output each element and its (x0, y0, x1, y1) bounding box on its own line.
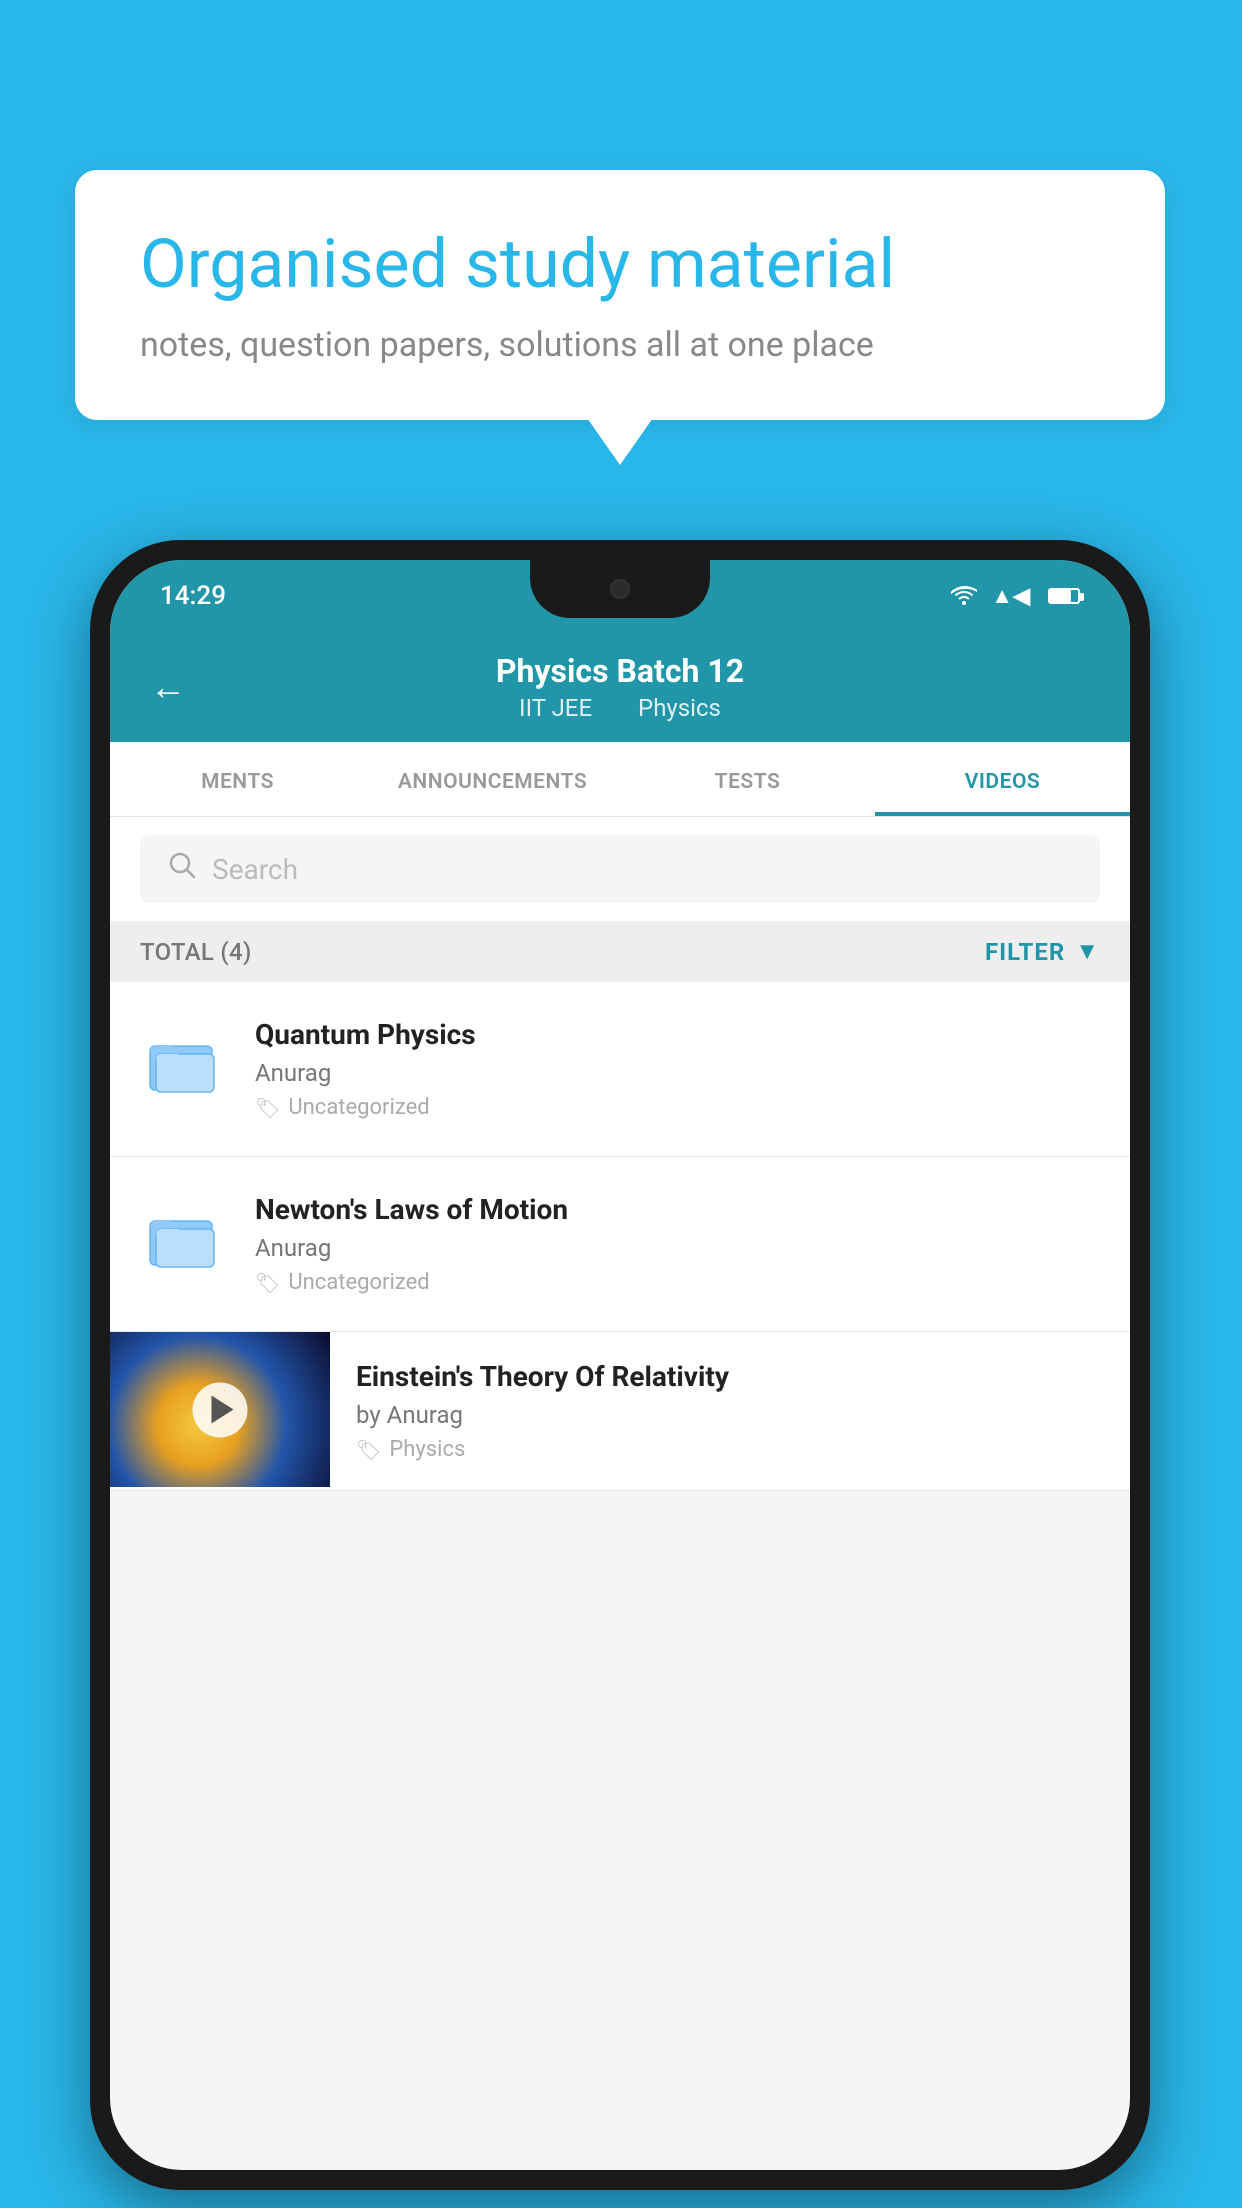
play-triangle-icon (212, 1396, 234, 1424)
item-title: Quantum Physics (255, 1018, 1100, 1051)
play-button-overlay[interactable] (193, 1382, 248, 1437)
phone-frame: 14:29 ▲◀ (90, 540, 1150, 2190)
camera-dot (610, 579, 630, 599)
item-title: Einstein's Theory Of Relativity (356, 1360, 1104, 1393)
header-subtitle: IIT JEE Physics (496, 694, 744, 722)
item-author: by Anurag (356, 1401, 1104, 1429)
item-tag: 🏷 Uncategorized (255, 1270, 1100, 1295)
search-placeholder: Search (212, 853, 298, 886)
list-item[interactable]: Einstein's Theory Of Relativity by Anura… (110, 1332, 1130, 1491)
item-title: Newton's Laws of Motion (255, 1193, 1100, 1226)
header-title: Physics Batch 12 (496, 652, 744, 690)
tag-icon: 🏷 (255, 1271, 280, 1295)
search-container: Search (110, 817, 1130, 921)
content-list: Quantum Physics Anurag 🏷 Uncategorized (110, 982, 1130, 1491)
bubble-title: Organised study material (140, 225, 1100, 303)
signal-icon: ▲◀ (991, 583, 1030, 609)
filter-icon: ▼ (1075, 937, 1100, 966)
list-item[interactable]: Quantum Physics Anurag 🏷 Uncategorized (110, 982, 1130, 1157)
status-time: 14:29 (160, 581, 226, 611)
video-thumbnail (110, 1332, 330, 1487)
back-button[interactable]: ← (150, 666, 186, 708)
item-text: Newton's Laws of Motion Anurag 🏷 Uncateg… (255, 1193, 1100, 1295)
tabs-bar: MENTS ANNOUNCEMENTS TESTS VIDEOS (110, 742, 1130, 817)
tag-label: Uncategorized (288, 1270, 429, 1295)
item-author: Anurag (255, 1234, 1100, 1262)
filter-label: FILTER (985, 938, 1065, 966)
tab-announcements[interactable]: ANNOUNCEMENTS (365, 742, 620, 816)
status-icons: ▲◀ (951, 583, 1080, 609)
list-item[interactable]: Newton's Laws of Motion Anurag 🏷 Uncateg… (110, 1157, 1130, 1332)
search-box[interactable]: Search (140, 835, 1100, 903)
header-subtitle-iitjee: IIT JEE (519, 694, 592, 722)
item-author: Anurag (255, 1059, 1100, 1087)
header-title-group: Physics Batch 12 IIT JEE Physics (496, 652, 744, 722)
total-count: TOTAL (4) (140, 938, 252, 966)
search-icon (168, 851, 196, 887)
header-subtitle-physics: Physics (638, 694, 721, 722)
item-text: Quantum Physics Anurag 🏷 Uncategorized (255, 1018, 1100, 1120)
notch (530, 560, 710, 618)
status-bar: 14:29 ▲◀ (110, 560, 1130, 632)
folder-icon-wrap (140, 1197, 225, 1282)
phone-screen: 14:29 ▲◀ (110, 560, 1130, 2170)
tab-videos[interactable]: VIDEOS (875, 742, 1130, 816)
phone-wrapper: 14:29 ▲◀ (90, 540, 1150, 2190)
video-item-text: Einstein's Theory Of Relativity by Anura… (330, 1332, 1130, 1490)
tab-tests[interactable]: TESTS (620, 742, 875, 816)
tag-label: Uncategorized (288, 1095, 429, 1120)
bubble-subtitle: notes, question papers, solutions all at… (140, 325, 1100, 365)
tag-icon: 🏷 (356, 1438, 381, 1462)
wifi-icon (951, 583, 977, 609)
item-tag: 🏷 Uncategorized (255, 1095, 1100, 1120)
app-header: ← Physics Batch 12 IIT JEE Physics (110, 632, 1130, 742)
item-tag: 🏷 Physics (356, 1437, 1104, 1462)
filter-button[interactable]: FILTER ▼ (985, 937, 1100, 966)
tag-icon: 🏷 (255, 1096, 280, 1120)
tab-ments[interactable]: MENTS (110, 742, 365, 816)
tag-label: Physics (389, 1437, 465, 1462)
folder-icon-wrap (140, 1022, 225, 1107)
battery-icon (1048, 588, 1080, 604)
speech-bubble: Organised study material notes, question… (75, 170, 1165, 420)
filter-bar: TOTAL (4) FILTER ▼ (110, 921, 1130, 982)
